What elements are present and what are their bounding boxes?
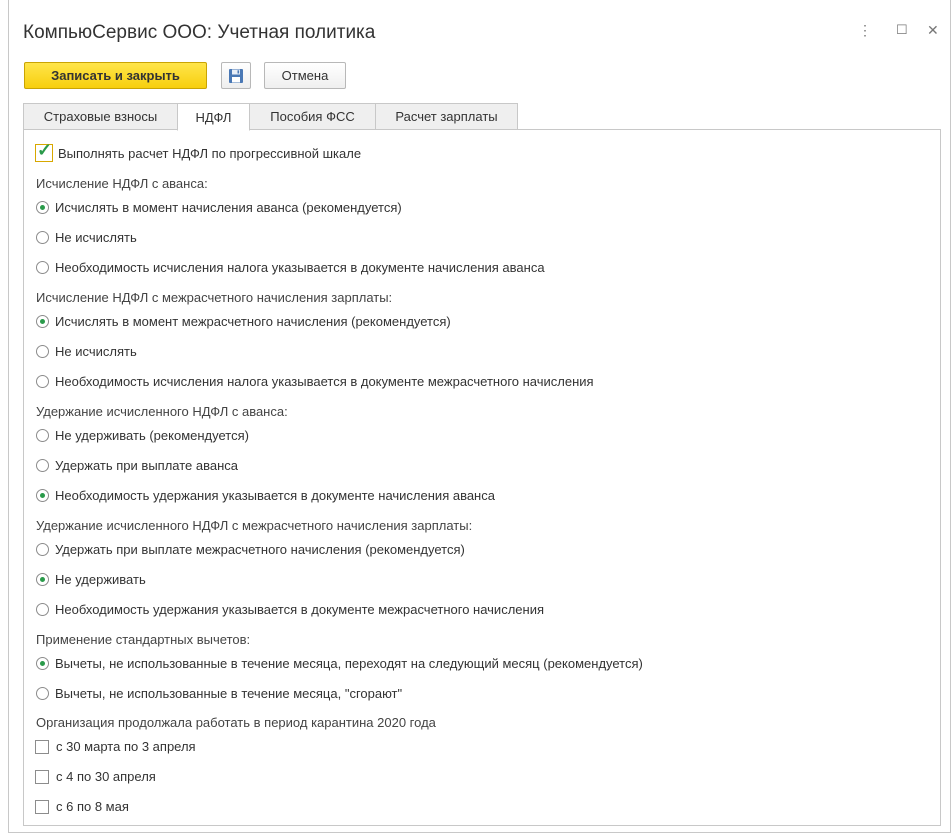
checkbox-label: с 4 по 30 апреля [56,769,156,784]
radio-option[interactable]: Необходимость удержания указывается в до… [36,602,544,617]
radio-option[interactable]: Необходимость исчисления налога указывае… [36,260,545,275]
quarantine-checkbox-row[interactable]: с 6 по 8 мая [35,799,129,814]
window-title: КомпьюСервис ООО: Учетная политика [23,22,376,43]
group-label-quarantine: Организация продолжала работать в период… [36,715,436,730]
progressive-scale-checkbox-row[interactable]: ✓ Выполнять расчет НДФЛ по прогрессивной… [35,140,362,162]
progressive-scale-label: Выполнять расчет НДФЛ по прогрессивной ш… [58,145,362,161]
radio-label: Не удерживать [55,572,146,587]
more-menu-icon[interactable]: ⋮ [858,22,872,39]
checkbox-label: с 6 по 8 мая [56,799,129,814]
radio-option[interactable]: Вычеты, не использованные в течение меся… [36,686,402,701]
radio-option[interactable]: Удержать при выплате межрасчетного начис… [36,542,465,557]
checkbox-label: с 30 марта по 3 апреля [56,739,196,754]
ndfl-tab-panel: ✓ Выполнять расчет НДФЛ по прогрессивной… [23,129,941,826]
radio-icon[interactable] [36,603,49,616]
radio-icon[interactable] [36,345,49,358]
radio-option[interactable]: Не удерживать (рекомендуется) [36,428,249,443]
group-label-advance-withhold: Удержание исчисленного НДФЛ с аванса: [36,404,288,419]
radio-label: Необходимость исчисления налога указывае… [55,260,545,275]
radio-label: Исчислять в момент начисления аванса (ре… [55,200,402,215]
checkbox-icon[interactable] [35,739,49,754]
radio-label: Не удерживать (рекомендуется) [55,428,249,443]
radio-option[interactable]: Не удерживать [36,572,146,587]
radio-icon[interactable] [36,429,49,442]
radio-icon[interactable] [36,687,49,700]
cancel-button[interactable]: Отмена [264,62,346,89]
progressive-scale-checkbox[interactable]: ✓ [35,140,53,162]
radio-icon[interactable] [36,543,49,556]
radio-label: Необходимость удержания указывается в до… [55,602,544,617]
radio-label: Удержать при выплате межрасчетного начис… [55,542,465,557]
save-and-close-button[interactable]: Записать и закрыть [24,62,207,89]
radio-option[interactable]: Исчислять в момент начисления аванса (ре… [36,200,402,215]
radio-label: Необходимость исчисления налога указывае… [55,374,594,389]
radio-label: Вычеты, не использованные в течение меся… [55,686,403,701]
radio-icon[interactable] [36,231,49,244]
radio-option[interactable]: Необходимость исчисления налога указывае… [36,374,594,389]
quarantine-checkbox-row[interactable]: с 30 марта по 3 апреля [35,739,196,754]
checkbox-icon[interactable] [35,799,49,814]
radio-option[interactable]: Исчислять в момент межрасчетного начисле… [36,314,451,329]
checkbox-icon[interactable] [35,769,49,784]
radio-label: Не исчислять [55,230,137,245]
radio-selected-icon[interactable] [36,315,49,328]
group-label-interim-calc: Исчисление НДФЛ с межрасчетного начислен… [36,290,393,305]
radio-icon[interactable] [36,261,49,274]
tab-insurance[interactable]: Страховые взносы [23,103,178,130]
group-label-interim-withhold: Удержание исчисленного НДФЛ с межрасчетн… [36,518,473,533]
radio-label: Исчислять в момент межрасчетного начисле… [55,314,451,329]
radio-selected-icon[interactable] [36,489,49,502]
group-label-standard-deductions: Применение стандартных вычетов: [36,632,251,647]
group-label-advance-calc: Исчисление НДФЛ с аванса: [36,176,208,191]
floppy-disk-icon [229,68,243,83]
radio-option[interactable]: Удержать при выплате аванса [36,458,238,473]
radio-option[interactable]: Вычеты, не использованные в течение меся… [36,656,643,671]
radio-selected-icon[interactable] [36,201,49,214]
radio-option[interactable]: Необходимость удержания указывается в до… [36,488,495,503]
radio-selected-icon[interactable] [36,573,49,586]
radio-label: Не исчислять [55,344,137,359]
save-button[interactable] [221,62,251,89]
radio-icon[interactable] [36,459,49,472]
close-icon[interactable]: ✕ [927,22,939,39]
radio-label: Вычеты, не использованные в течение меся… [55,656,643,671]
radio-option[interactable]: Не исчислять [36,230,137,245]
checkmark-icon: ✓ [37,140,53,160]
radio-icon[interactable] [36,375,49,388]
radio-label: Удержать при выплате аванса [55,458,239,473]
accounting-policy-window: КомпьюСервис ООО: Учетная политика ⋮ ☐ ✕… [8,0,951,833]
radio-option[interactable]: Не исчислять [36,344,137,359]
maximize-icon[interactable]: ☐ [896,22,908,38]
tab-ndfl[interactable]: НДФЛ [177,103,250,131]
radio-selected-icon[interactable] [36,657,49,670]
tab-fss-benefits[interactable]: Пособия ФСС [249,103,376,130]
quarantine-checkbox-row[interactable]: с 4 по 30 апреля [35,769,156,784]
radio-label: Необходимость удержания указывается в до… [55,488,495,503]
tab-payroll[interactable]: Расчет зарплаты [375,103,518,130]
